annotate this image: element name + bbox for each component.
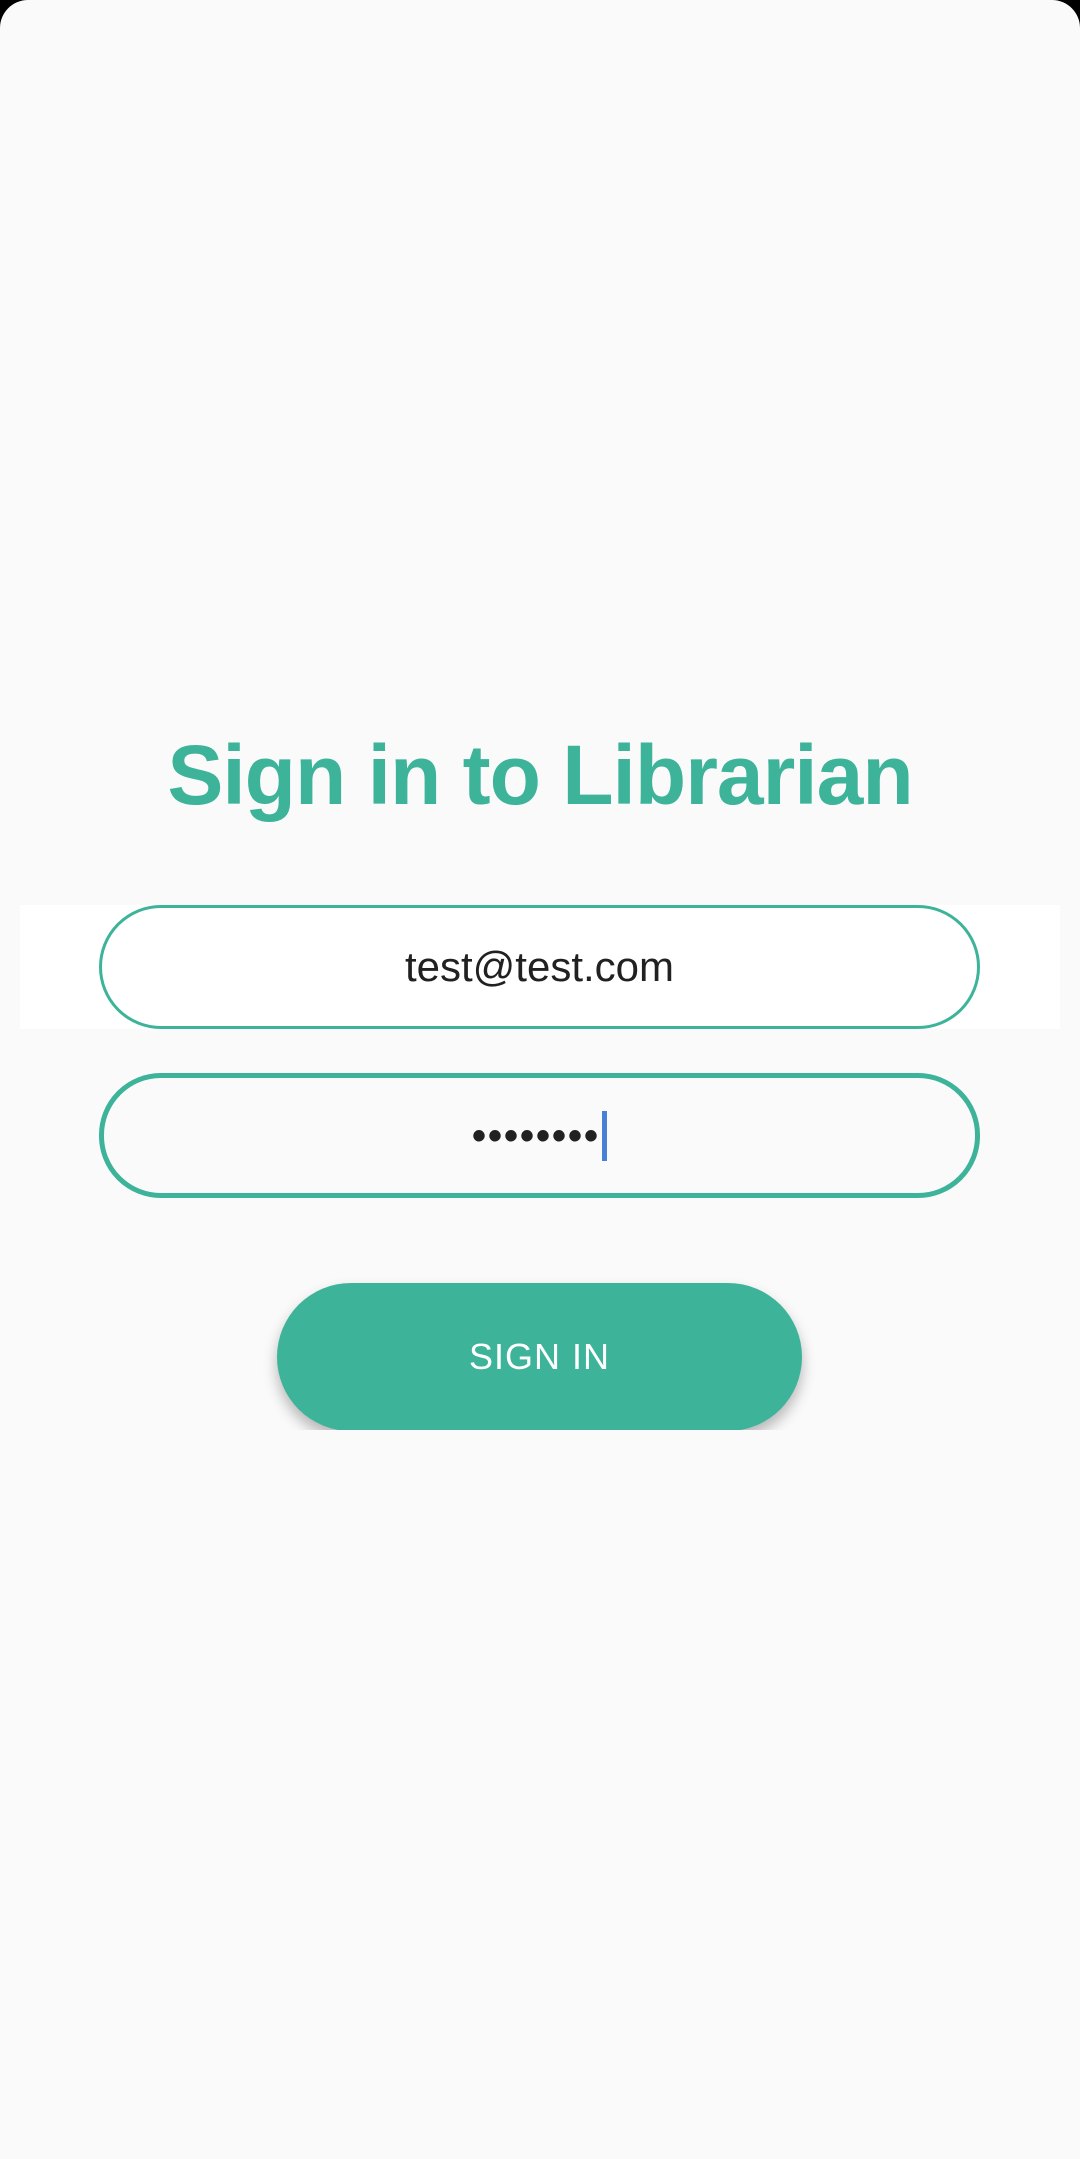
password-value: •••••••• (471, 1113, 601, 1158)
page-title: Sign in to Librarian (167, 728, 913, 822)
text-caret (602, 1110, 608, 1161)
login-screen: Sign in to Librarian test@test.com •••••… (0, 0, 1080, 2159)
email-value: test@test.com (404, 943, 675, 990)
signin-button[interactable]: SIGN IN (277, 1283, 802, 1430)
password-field[interactable]: •••••••• (99, 1073, 980, 1198)
email-field[interactable]: test@test.com (99, 905, 980, 1029)
signin-button-container: SIGN IN (260, 1270, 820, 1430)
